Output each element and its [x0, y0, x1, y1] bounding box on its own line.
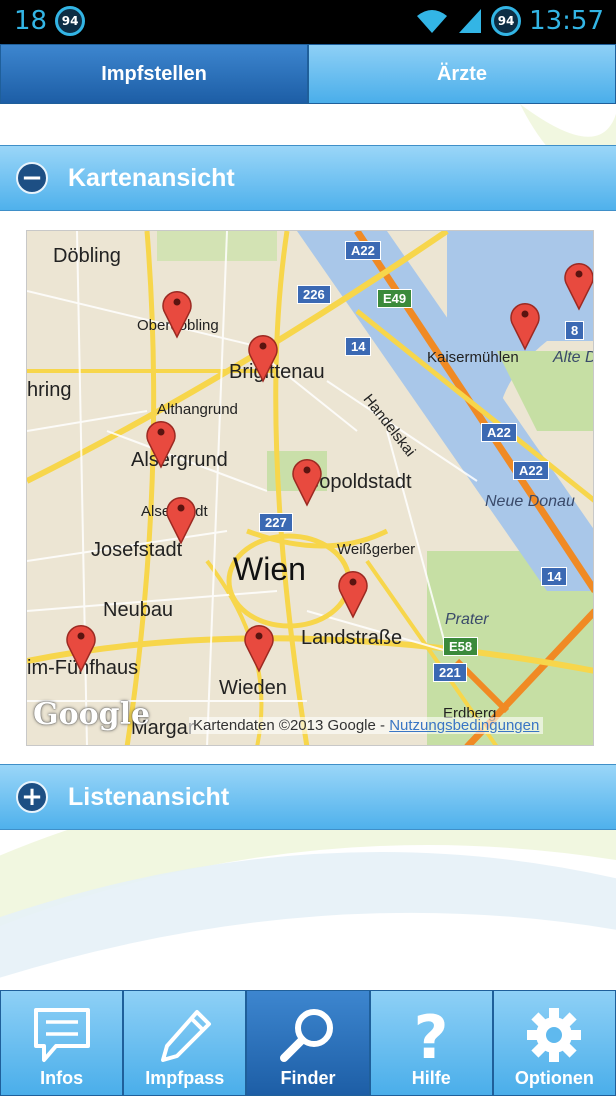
- section-header-map-view[interactable]: − Kartenansicht: [0, 145, 616, 211]
- minus-icon: −: [16, 162, 48, 194]
- road-shield: 226: [297, 285, 331, 304]
- map-label: Landstraße: [301, 627, 403, 649]
- map-pin[interactable]: [247, 331, 279, 383]
- question-icon: ?: [414, 1006, 449, 1064]
- plus-icon: +: [16, 781, 48, 813]
- road-shield: 14: [345, 337, 372, 356]
- road-shield: E49: [377, 289, 413, 308]
- nav-item-optionen[interactable]: Optionen: [492, 990, 616, 1096]
- road-shield: 14: [541, 567, 568, 586]
- wifi-icon: [417, 10, 448, 33]
- map-label: Kaisermühlen: [427, 349, 519, 366]
- tab-label: Impfstellen: [101, 62, 207, 85]
- section-title: Kartenansicht: [68, 163, 235, 192]
- map-city-label: Wien: [233, 551, 306, 587]
- nav-item-impfpass[interactable]: Impfpass: [123, 990, 247, 1096]
- map-attribution: Kartendaten ©2013 Google - Nutzungsbedin…: [189, 717, 544, 734]
- battery-badge: 94: [491, 6, 522, 36]
- nav-label: Hilfe: [411, 1068, 451, 1088]
- map-label: Alte D: [553, 349, 594, 366]
- signal-icon: [459, 9, 482, 33]
- pencil-icon: [160, 1010, 211, 1062]
- notification-badge: 94: [55, 6, 86, 36]
- road-shield: 227: [259, 513, 293, 532]
- top-tabs: Impfstellen Ärzte: [0, 44, 616, 104]
- message-icon: [33, 1008, 90, 1062]
- map-pin[interactable]: [337, 567, 369, 619]
- tab-aerzte[interactable]: Ärzte: [308, 44, 616, 104]
- map-pin[interactable]: [161, 287, 193, 339]
- map-label: Neue Donau: [485, 493, 575, 510]
- nav-item-finder[interactable]: Finder: [246, 990, 370, 1096]
- map-pin[interactable]: [563, 259, 594, 311]
- map-pin[interactable]: [243, 621, 275, 673]
- nav-item-hilfe[interactable]: ? Hilfe: [369, 990, 493, 1096]
- gear-icon: [527, 1008, 582, 1062]
- status-number: 18: [14, 6, 48, 36]
- map-label: Althangrund: [157, 401, 238, 418]
- map-label: Prater: [445, 611, 489, 628]
- tab-label: Ärzte: [436, 62, 487, 85]
- road-shield: A22: [481, 423, 517, 442]
- google-logo: Google: [33, 697, 151, 732]
- map-pin[interactable]: [509, 299, 541, 351]
- clock: 13:57: [529, 6, 604, 36]
- nav-label: Finder: [280, 1068, 336, 1088]
- road-shield: 221: [433, 663, 467, 682]
- nav-label: Infos: [40, 1068, 84, 1088]
- road-shield: 8: [565, 321, 585, 340]
- road-shield: A22: [345, 241, 381, 260]
- bottom-navigation: Infos Impfpass Finder ? Hilfe Optionen: [0, 990, 616, 1096]
- nav-item-infos[interactable]: Infos: [0, 990, 124, 1096]
- map-label: Döbling: [53, 245, 121, 267]
- section-title: Listenansicht: [68, 782, 230, 811]
- map-pin[interactable]: [65, 621, 97, 673]
- road-shield: A22: [513, 461, 549, 480]
- nav-label: Impfpass: [145, 1068, 225, 1088]
- section-header-list-view[interactable]: + Listenansicht: [0, 764, 616, 830]
- map-label: Neubau: [103, 599, 174, 621]
- svg-text:?: ?: [414, 1006, 449, 1064]
- road-shield: E58: [443, 637, 479, 656]
- map-pin[interactable]: [145, 417, 177, 469]
- tab-impfstellen[interactable]: Impfstellen: [0, 44, 308, 104]
- map-label: hring: [27, 379, 72, 401]
- map-pin[interactable]: [291, 455, 323, 507]
- map-view[interactable]: Döbling Oberdöbling Brigittenau Kaisermü…: [26, 230, 594, 746]
- search-icon: [280, 1009, 333, 1062]
- terms-link[interactable]: Nutzungsbedingungen: [389, 717, 539, 734]
- map-copyright: Kartendaten ©2013 Google -: [193, 717, 386, 734]
- map-label: Wieden: [219, 677, 287, 699]
- map-pin[interactable]: [165, 493, 197, 545]
- status-bar: 18 94 94 13:57: [0, 0, 616, 44]
- nav-label: Optionen: [514, 1068, 594, 1088]
- map-label: Weißgerber: [337, 541, 416, 558]
